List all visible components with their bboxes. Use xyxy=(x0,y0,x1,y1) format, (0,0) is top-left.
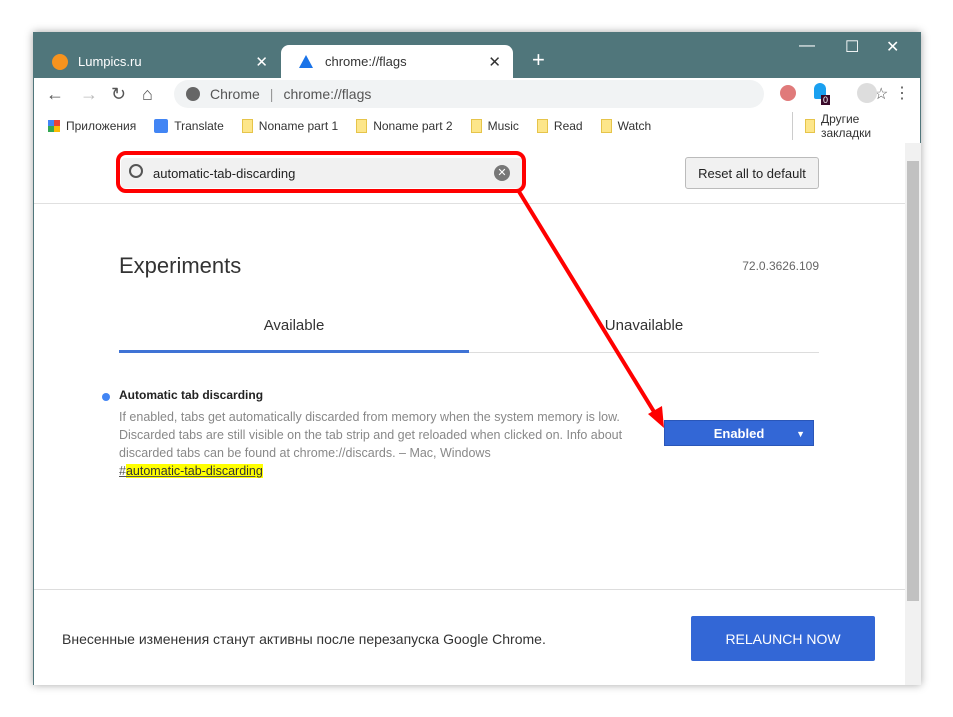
bookmark-folder[interactable]: Read xyxy=(536,119,583,133)
close-window-button[interactable]: ✕ xyxy=(886,37,899,57)
avatar[interactable] xyxy=(857,83,877,103)
clear-search-icon[interactable]: ✕ xyxy=(494,165,510,181)
close-tab-icon[interactable]: ✕ xyxy=(255,53,268,71)
close-tab-icon[interactable]: ✕ xyxy=(488,53,501,71)
toolbar: ← → ↻ ⌂ Chrome | chrome://flags ☆ 0 ⋮ xyxy=(34,78,920,111)
bookmark-label: Noname part 2 xyxy=(373,119,453,133)
flags-page: automatic-tab-discarding ✕ Reset all to d… xyxy=(34,143,905,685)
flag-name: Automatic tab discarding xyxy=(119,388,264,402)
modified-dot-icon xyxy=(102,393,110,401)
search-input[interactable]: automatic-tab-discarding ✕ xyxy=(121,158,526,188)
apps-icon xyxy=(48,120,60,132)
reload-icon[interactable]: ↻ xyxy=(111,84,126,105)
bookmark-apps[interactable]: Приложения xyxy=(48,119,136,133)
flask-icon xyxy=(299,55,313,68)
tab-title: Lumpics.ru xyxy=(78,54,142,69)
scrollbar-thumb[interactable] xyxy=(907,161,919,601)
new-tab-button[interactable]: + xyxy=(532,47,545,73)
tab-title: chrome://flags xyxy=(325,54,407,69)
reset-all-button[interactable]: Reset all to default xyxy=(685,157,819,189)
search-value: automatic-tab-discarding xyxy=(153,165,296,181)
maximize-button[interactable]: ☐ xyxy=(845,37,859,57)
address-bar[interactable]: Chrome | chrome://flags ☆ xyxy=(174,80,888,108)
bookmark-label: Другие закладки xyxy=(820,112,872,140)
folder-icon xyxy=(805,119,815,133)
tab-flags[interactable]: chrome://flags ✕ xyxy=(281,45,513,78)
minimize-button[interactable]: — xyxy=(799,37,815,55)
forward-icon[interactable]: → xyxy=(80,84,98,105)
folder-icon xyxy=(536,119,548,133)
extension-icon[interactable] xyxy=(780,85,796,101)
tab-available[interactable]: Available xyxy=(119,317,469,353)
url-text: chrome://flags xyxy=(283,86,372,102)
flag-description: If enabled, tabs get automatically disca… xyxy=(119,410,623,460)
hash-sign: # xyxy=(119,464,126,478)
chrome-icon xyxy=(186,87,200,101)
other-bookmarks[interactable]: Другие закладки xyxy=(792,112,902,140)
folder-icon xyxy=(241,119,253,133)
bookmark-folder[interactable]: Watch xyxy=(600,119,652,133)
folder-icon xyxy=(470,119,482,133)
search-icon xyxy=(129,164,143,178)
bookmark-label: Read xyxy=(553,119,583,133)
relaunch-footer: Внесенные изменения станут активны после… xyxy=(34,589,905,685)
flag-link-text: automatic-tab-discarding xyxy=(125,464,263,478)
scrollbar[interactable] xyxy=(905,143,921,685)
bookmark-label: Приложения xyxy=(66,119,137,133)
dropdown-caret-icon: ▼ xyxy=(796,429,805,439)
tab-lumpics[interactable]: Lumpics.ru ✕ xyxy=(34,45,280,78)
selected-value: Enabled xyxy=(713,426,765,441)
version-label: 72.0.3626.109 xyxy=(742,259,819,273)
bookmark-label: Music xyxy=(487,119,519,133)
browser-window: Lumpics.ru ✕ chrome://flags ✕ + — ☐ ✕ ← → … xyxy=(33,32,921,685)
relaunch-button[interactable]: RELAUNCH NOW xyxy=(691,616,875,661)
bookmarks-bar: Приложения Translate Noname part 1 Nonam… xyxy=(34,111,920,141)
home-icon[interactable]: ⌂ xyxy=(142,84,153,105)
experiments-tabs: Available Unavailable xyxy=(119,303,819,353)
flag-permalink[interactable]: #automatic-tab-discarding xyxy=(119,464,263,478)
folder-icon xyxy=(356,119,368,133)
tab-unavailable[interactable]: Unavailable xyxy=(469,317,819,334)
bookmark-folder[interactable]: Noname part 2 xyxy=(356,119,453,133)
bookmark-folder[interactable]: Noname part 1 xyxy=(241,119,339,133)
orange-favicon-icon xyxy=(52,53,68,70)
translate-icon xyxy=(154,119,169,133)
bookmark-label: Translate xyxy=(174,119,224,133)
page-title: Experiments xyxy=(119,253,242,278)
site-label: Chrome xyxy=(210,86,260,102)
flags-header: automatic-tab-discarding ✕ Reset all to d… xyxy=(34,143,905,204)
folder-icon xyxy=(600,119,612,133)
bookmark-label: Noname part 1 xyxy=(258,119,339,133)
flag-state-select[interactable]: Enabled ▼ xyxy=(664,420,814,446)
bookmark-folder[interactable]: Music xyxy=(470,119,519,133)
tab-strip: Lumpics.ru ✕ chrome://flags ✕ + — ☐ ✕ xyxy=(34,33,920,78)
relaunch-message: Внесенные изменения станут активны после… xyxy=(62,631,546,647)
bookmark-translate[interactable]: Translate xyxy=(154,119,224,133)
bookmark-label: Watch xyxy=(617,119,652,133)
extension-badge: 0 xyxy=(821,95,831,105)
menu-icon[interactable]: ⋮ xyxy=(894,83,910,103)
back-icon[interactable]: ← xyxy=(46,84,64,105)
